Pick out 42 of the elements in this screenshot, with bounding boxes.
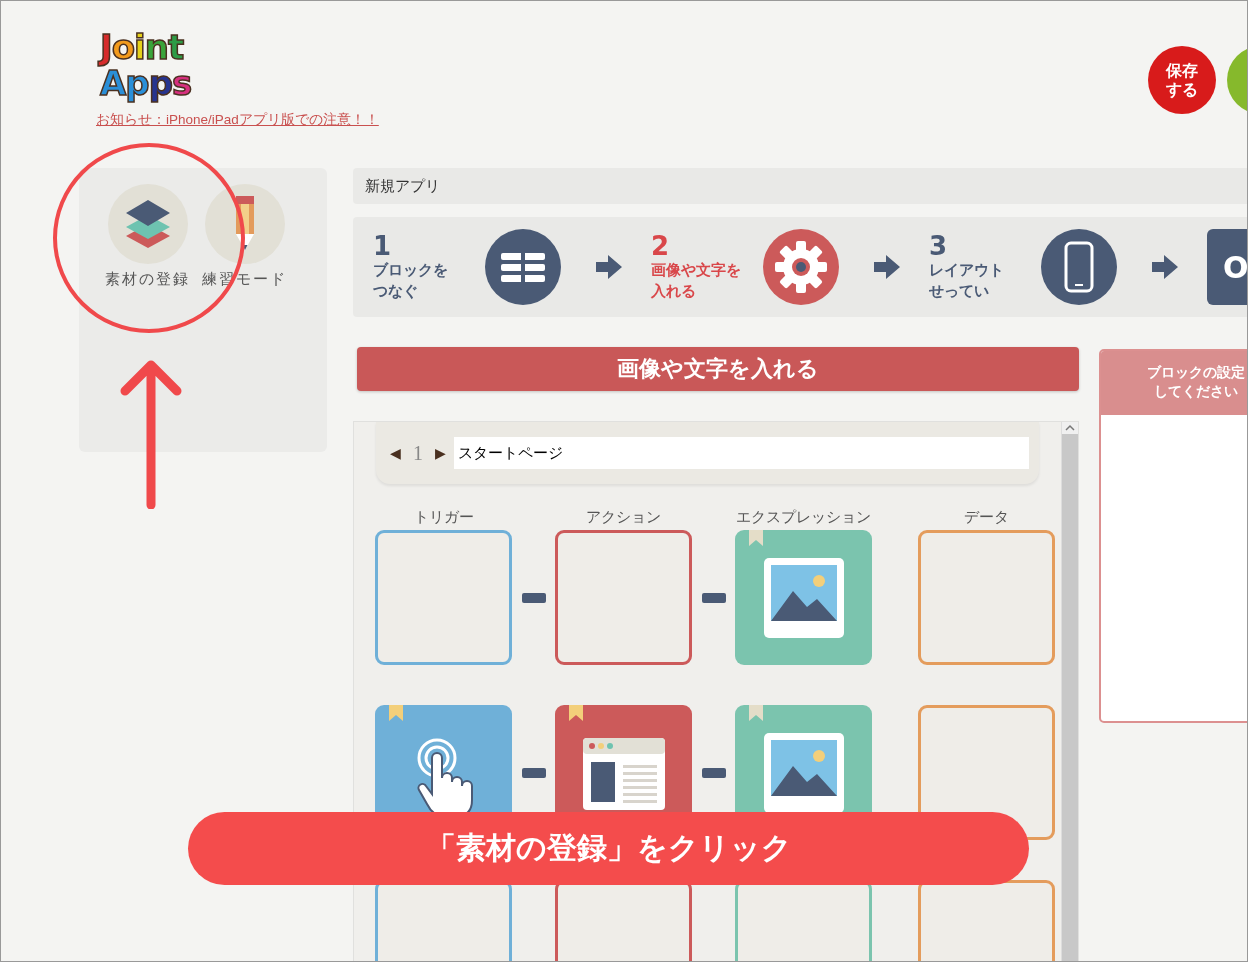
- arrow-icon: [596, 255, 622, 279]
- pencil-icon[interactable]: [204, 184, 285, 264]
- previous-page-button[interactable]: ◀: [386, 445, 405, 461]
- bookmark-icon: [749, 530, 763, 546]
- arrow-icon: [1152, 255, 1178, 279]
- settings-title: ブロックの設定 してください: [1101, 351, 1247, 415]
- column-label: トリガー: [412, 507, 475, 527]
- instruction-tooltip: 「素材の登録」をクリック: [188, 812, 1029, 885]
- layers-icon[interactable]: [107, 184, 188, 264]
- bookmark-icon: [569, 705, 583, 721]
- page-name-field[interactable]: スタートページ: [454, 437, 1029, 469]
- notice-link[interactable]: お知らせ：iPhone/iPadアプリ版での注意！！: [96, 111, 379, 129]
- step-label[interactable]: 3 レイアウト せってい: [929, 232, 1041, 302]
- logo-text: Joint Apps: [100, 29, 193, 101]
- empty-block-slot[interactable]: [375, 530, 512, 665]
- app-name: 新規アプリ: [365, 176, 440, 196]
- next-page-button[interactable]: ▶: [431, 445, 450, 461]
- step-label[interactable]: 2 画像や文字を 入れる: [651, 232, 763, 302]
- connector: [521, 592, 546, 603]
- column-label: エクスプレッション: [735, 507, 872, 527]
- page-number: 1: [413, 441, 423, 465]
- scrollbar[interactable]: [1061, 422, 1078, 961]
- connector: [701, 767, 726, 778]
- tool-label[interactable]: 素材の登録: [105, 270, 190, 289]
- connector: [521, 767, 546, 778]
- gear-icon[interactable]: [763, 229, 839, 305]
- bookmark-icon: [389, 705, 403, 721]
- empty-block-slot[interactable]: [555, 530, 692, 665]
- arrow-icon: [874, 255, 900, 279]
- step-label[interactable]: 1 ブロックを つなぐ: [373, 232, 485, 302]
- block-tile[interactable]: [735, 530, 872, 665]
- blocks-icon[interactable]: [485, 229, 561, 305]
- scroll-up-icon[interactable]: [1062, 422, 1078, 434]
- phone-icon[interactable]: [1041, 229, 1117, 305]
- column-label: データ: [963, 507, 1010, 527]
- column-label: アクション: [585, 507, 662, 527]
- section-title: 画像や文字を入れる: [617, 355, 819, 383]
- bookmark-icon: [749, 705, 763, 721]
- empty-block-slot[interactable]: [918, 530, 1055, 665]
- final-step-button[interactable]: O: [1207, 229, 1247, 305]
- connector: [701, 592, 726, 603]
- header-button[interactable]: 保存 する: [1148, 46, 1216, 114]
